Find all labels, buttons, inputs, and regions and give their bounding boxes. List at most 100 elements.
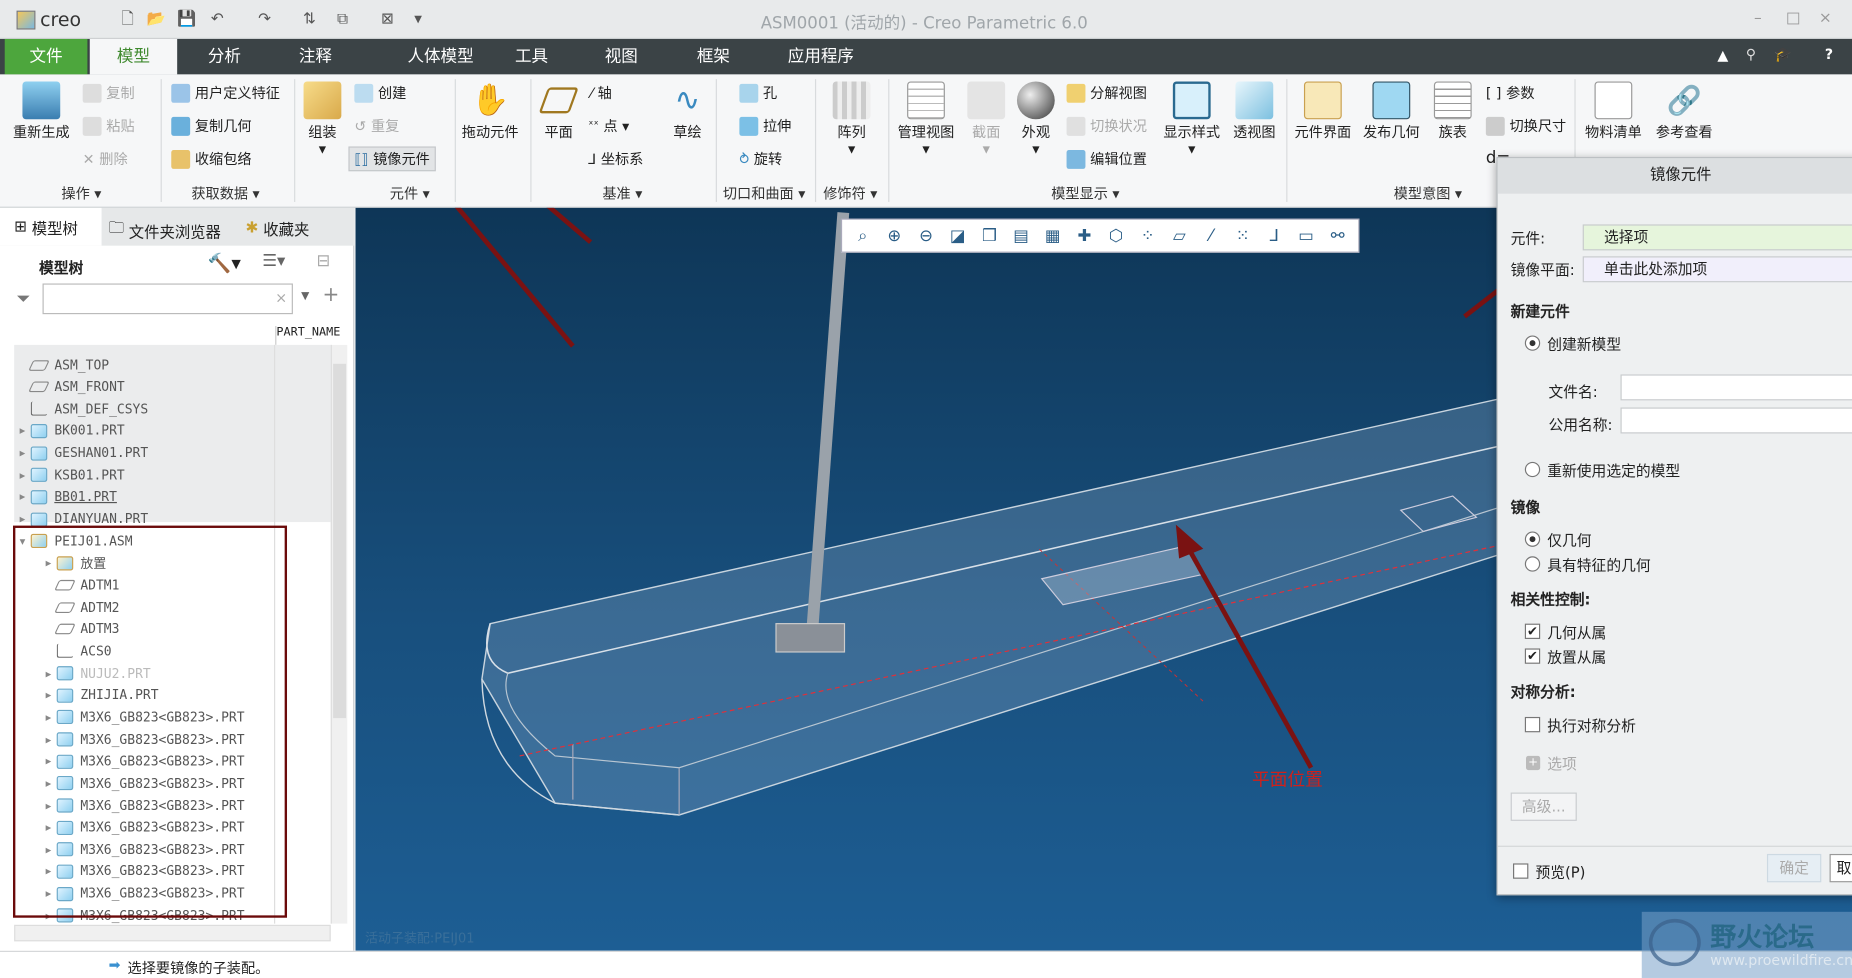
edit-position-button[interactable]: 编辑位置 — [1066, 149, 1147, 169]
tab-favorites[interactable]: ✱ 收藏夹 — [246, 217, 310, 240]
cancel-button[interactable]: 取 — [1829, 853, 1852, 883]
tree-item[interactable]: ▶ BB01.PRT — [14, 486, 331, 507]
add-column-icon[interactable]: + — [322, 283, 339, 307]
extrude-button[interactable]: 拉伸 — [739, 116, 791, 136]
expand-icon[interactable]: ▶ — [14, 514, 31, 525]
symmetry-analysis-checkbox[interactable]: 执行对称分析 — [1524, 713, 1636, 735]
zoom-in-icon[interactable]: ⊕ — [883, 225, 907, 246]
saved-views-icon[interactable]: ▤ — [1009, 225, 1033, 246]
undo-icon[interactable]: ↶ — [208, 11, 227, 30]
group-cuts-surfaces[interactable]: 切口和曲面 ▾ — [723, 183, 805, 203]
group-model-display[interactable]: 模型显示 ▾ — [1051, 183, 1119, 203]
windows-icon[interactable]: ⧉ — [333, 11, 352, 30]
copy-button[interactable]: 复制 — [82, 83, 135, 103]
hole-button[interactable]: 孔 — [739, 83, 777, 103]
point-display-icon[interactable]: ⁙ — [1231, 225, 1255, 246]
common-name-input[interactable] — [1620, 407, 1852, 434]
mirror-component-button[interactable]: ⟦⟧ 镜像元件 — [348, 146, 436, 172]
tree-item[interactable]: ASM_TOP — [14, 354, 331, 375]
component-interface-button[interactable]: 元件界面 — [1290, 81, 1356, 141]
expand-icon[interactable]: ▶ — [14, 470, 31, 481]
udf-button[interactable]: 用户定义特征 — [171, 83, 280, 103]
group-component[interactable]: 元件 ▾ — [390, 183, 430, 203]
perspective-button[interactable]: 透视图 — [1220, 81, 1289, 141]
column-header-part-name[interactable]: PART_NAME — [275, 325, 348, 345]
tree-item[interactable]: ASM_DEF_CSYS — [14, 398, 331, 419]
mirror-plane-collector[interactable]: 单击此处添加项 — [1582, 256, 1852, 283]
clear-search-icon[interactable]: × — [275, 289, 287, 306]
point-button[interactable]: ˣˣ 点 ▾ — [588, 116, 629, 136]
tab-manikin[interactable]: 人体模型 — [376, 39, 506, 74]
refit-icon[interactable]: ⌕ — [851, 225, 875, 246]
redo-icon[interactable]: ↷ — [255, 11, 274, 30]
view-manager-icon[interactable]: ▦ — [1041, 225, 1065, 246]
tree-filter-hide-icon[interactable]: ⊟ — [317, 252, 331, 271]
plane-display-icon[interactable]: ▱ — [1168, 225, 1192, 246]
display-style-icon[interactable]: ⬡ — [1104, 225, 1128, 246]
tab-analysis[interactable]: 分析 — [189, 39, 260, 74]
drag-components-button[interactable]: ✋ 拖动元件 — [456, 81, 525, 141]
tab-tools[interactable]: 工具 — [496, 39, 567, 74]
csys-button[interactable]: ⅃ 坐标系 — [588, 149, 643, 169]
tree-item[interactable]: ▶ BK001.PRT — [14, 420, 331, 441]
revolve-button[interactable]: ⥁ 旋转 — [739, 149, 782, 169]
tab-applications[interactable]: 应用程序 — [774, 39, 868, 74]
group-model-intent[interactable]: 模型意图 ▾ — [1394, 183, 1462, 203]
learning-icon[interactable]: 🎓 — [1774, 46, 1792, 63]
expand-icon[interactable]: ▶ — [14, 448, 31, 459]
advanced-button[interactable]: 高级... — [1510, 792, 1577, 821]
switch-dimensions-button[interactable]: 切换尺寸 — [1485, 116, 1566, 136]
reuse-model-radio[interactable]: 重新使用选定的模型 — [1524, 458, 1680, 480]
bom-button[interactable]: 物料清单 — [1580, 81, 1646, 141]
tab-folder-browser[interactable]: 🗀 文件夹浏览器 — [109, 217, 221, 243]
close-button[interactable]: × — [1819, 9, 1832, 27]
tree-item[interactable]: ASM_FRONT — [14, 376, 331, 397]
toggle-status-button[interactable]: 切换状况 — [1066, 116, 1147, 136]
maximize-button[interactable]: □ — [1786, 9, 1801, 27]
save-icon[interactable]: 💾 — [177, 11, 196, 30]
options-expander[interactable]: + 选项 — [1526, 751, 1577, 773]
tree-horizontal-scrollbar[interactable] — [14, 924, 331, 942]
group-datum[interactable]: 基准 ▾ — [602, 183, 642, 203]
spin-icon[interactable]: ⚯ — [1326, 225, 1350, 246]
geometry-only-radio[interactable]: 仅几何 — [1524, 528, 1592, 550]
repaint-icon[interactable]: ◪ — [946, 225, 970, 246]
annotation-display-icon[interactable]: ▭ — [1294, 225, 1318, 246]
create-button[interactable]: 创建 — [354, 83, 406, 103]
group-operations[interactable]: 操作 ▾ — [61, 183, 101, 203]
minimize-button[interactable]: – — [1754, 9, 1762, 27]
parameters-button[interactable]: [ ] 参数 — [1486, 83, 1535, 103]
placement-dependent-checkbox[interactable]: ✔ 放置从属 — [1524, 645, 1606, 667]
spin-center-icon[interactable]: ✚ — [1073, 225, 1097, 246]
component-collector[interactable]: 选择项 — [1582, 224, 1852, 251]
axis-display-icon[interactable]: ⁄ — [1199, 225, 1223, 246]
tree-item[interactable]: ▶ KSB01.PRT — [14, 464, 331, 485]
tree-settings-icon[interactable]: 🔨▾ — [208, 252, 241, 274]
new-file-icon[interactable]: 🗋 — [118, 11, 137, 30]
tree-search-input[interactable] — [42, 283, 293, 315]
view-orient-icon[interactable]: ❒ — [978, 225, 1002, 246]
expand-icon[interactable]: ▶ — [14, 426, 31, 437]
tab-annotate[interactable]: 注释 — [280, 39, 351, 74]
tree-vertical-scrollbar[interactable] — [330, 344, 348, 924]
geometry-dependent-checkbox[interactable]: ✔ 几何从属 — [1524, 620, 1606, 642]
tab-model-tree[interactable]: ⊞ 模型树 — [0, 207, 102, 246]
tab-file[interactable]: 文件 — [4, 38, 88, 75]
assemble-button[interactable]: 组装 ▼ — [288, 81, 357, 155]
group-get-data[interactable]: 获取数据 ▾ — [191, 183, 259, 203]
tab-model[interactable]: 模型 — [89, 38, 178, 75]
customize-qa-icon[interactable]: ▾ — [409, 11, 428, 30]
csys-display-icon[interactable]: ⅃ — [1263, 225, 1287, 246]
preview-checkbox[interactable]: 预览(P) — [1513, 860, 1585, 882]
regenerate-quick-icon[interactable]: ⇅ — [300, 11, 319, 30]
datum-display-icon[interactable]: ⁘ — [1136, 225, 1160, 246]
tab-framework[interactable]: 框架 — [678, 39, 749, 74]
manage-views-button[interactable]: 管理视图 ▼ — [892, 81, 961, 155]
geometry-with-features-radio[interactable]: 具有特征的几何 — [1524, 553, 1651, 575]
create-new-model-radio[interactable]: 创建新模型 — [1524, 332, 1621, 354]
plane-button[interactable]: 平面 — [524, 81, 593, 141]
tree-item[interactable]: ▶ GESHAN01.PRT — [14, 442, 331, 463]
reference-viewer-button[interactable]: 🔗 参考查看 — [1651, 81, 1717, 141]
help-icon[interactable]: ? — [1825, 46, 1833, 63]
collapse-ribbon-icon[interactable]: ▲ — [1717, 47, 1728, 64]
